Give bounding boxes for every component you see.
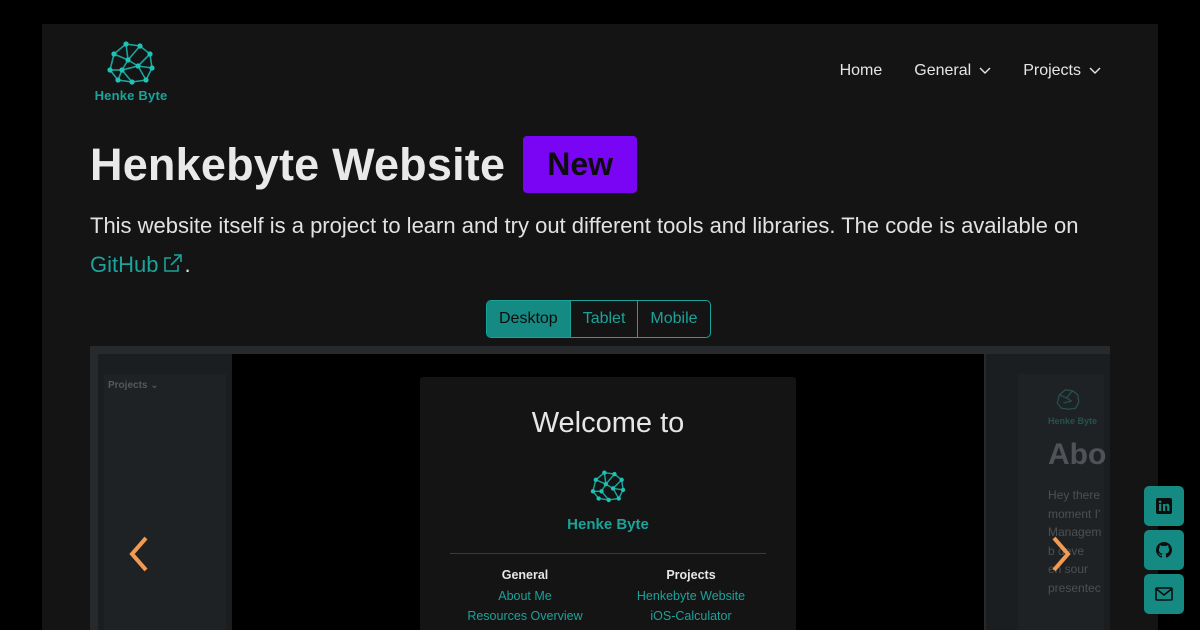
preview-logo-text: Henke Byte (1048, 416, 1098, 426)
email-button[interactable] (1144, 574, 1184, 614)
slide-welcome-text: Welcome to (531, 407, 685, 439)
brain-logo-icon (1056, 389, 1080, 410)
nav-home[interactable]: Home (840, 62, 883, 80)
screenshot-carousel: Projects ⌄ Welcome to Henke Byte General… (90, 346, 1110, 630)
mail-icon (1155, 587, 1173, 601)
slide-link-calculator: iOS-Calculator (650, 609, 732, 623)
github-icon (1156, 542, 1172, 558)
nav-projects-label: Projects (1023, 62, 1081, 79)
slide-link-resources: Resources Overview (467, 609, 583, 623)
page-description: This website itself is a project to lear… (90, 206, 1120, 284)
main-nav: Home General Projects (840, 62, 1101, 80)
nav-general-label: General (914, 62, 972, 79)
view-tablet-button[interactable]: Tablet (569, 301, 638, 337)
chevron-right-icon[interactable] (1048, 534, 1074, 574)
external-link-icon (164, 254, 183, 272)
view-desktop-button[interactable]: Desktop (487, 301, 570, 337)
slide-projects-heading: Projects (666, 568, 716, 582)
chevron-down-icon (979, 67, 991, 74)
slide-divider (450, 553, 766, 554)
nav-home-label: Home (839, 62, 883, 79)
linkedin-icon (1156, 498, 1172, 514)
brain-logo-icon (590, 470, 626, 503)
preview-projects-label: Projects ⌄ (108, 380, 159, 391)
view-mobile-button[interactable]: Mobile (637, 301, 709, 337)
brain-logo-icon (107, 41, 155, 85)
slide-link-website: Henkebyte Website (636, 588, 746, 603)
description-text: This website itself is a project to lear… (90, 213, 1079, 238)
site-logo[interactable]: Henke Byte (92, 40, 170, 106)
chevron-down-icon (1089, 67, 1101, 74)
slide-card: Welcome to Henke Byte General About Me R… (420, 377, 796, 630)
nav-general[interactable]: General (914, 62, 991, 80)
linkedin-button[interactable] (1144, 486, 1184, 526)
slide-general-column: General About Me Resources Overview (440, 565, 610, 627)
preview-heading: Abo (1048, 438, 1107, 471)
description-trailing: . (184, 252, 191, 277)
previous-slide-panel (104, 374, 226, 630)
github-button[interactable] (1144, 530, 1184, 570)
page-title: Henkebyte Website (90, 138, 506, 190)
current-slide: Welcome to Henke Byte General About Me R… (232, 354, 984, 630)
previous-slide-preview: Projects ⌄ (98, 354, 232, 630)
chevron-left-icon[interactable] (126, 534, 152, 574)
github-link-label: GitHub (90, 252, 159, 277)
slide-logo-text: Henke Byte (567, 516, 649, 533)
new-badge: New (523, 136, 638, 193)
title-row: Henkebyte Website New (90, 136, 638, 193)
slide-link-about-me: About Me (498, 588, 552, 603)
github-link[interactable]: GitHub (90, 252, 184, 277)
slide-general-heading: General (501, 568, 549, 582)
device-view-switch: Desktop Tablet Mobile (486, 300, 711, 338)
next-slide-preview: Henke Byte Abo Hey there moment I' Manag… (986, 354, 1110, 630)
nav-projects[interactable]: Projects (1023, 62, 1101, 80)
slide-projects-column: Projects Henkebyte Website iOS-Calculato… (606, 565, 776, 627)
logo-text: Henke Byte (94, 88, 168, 103)
page: Henke Byte Home General Projects Henkeby… (42, 24, 1158, 630)
